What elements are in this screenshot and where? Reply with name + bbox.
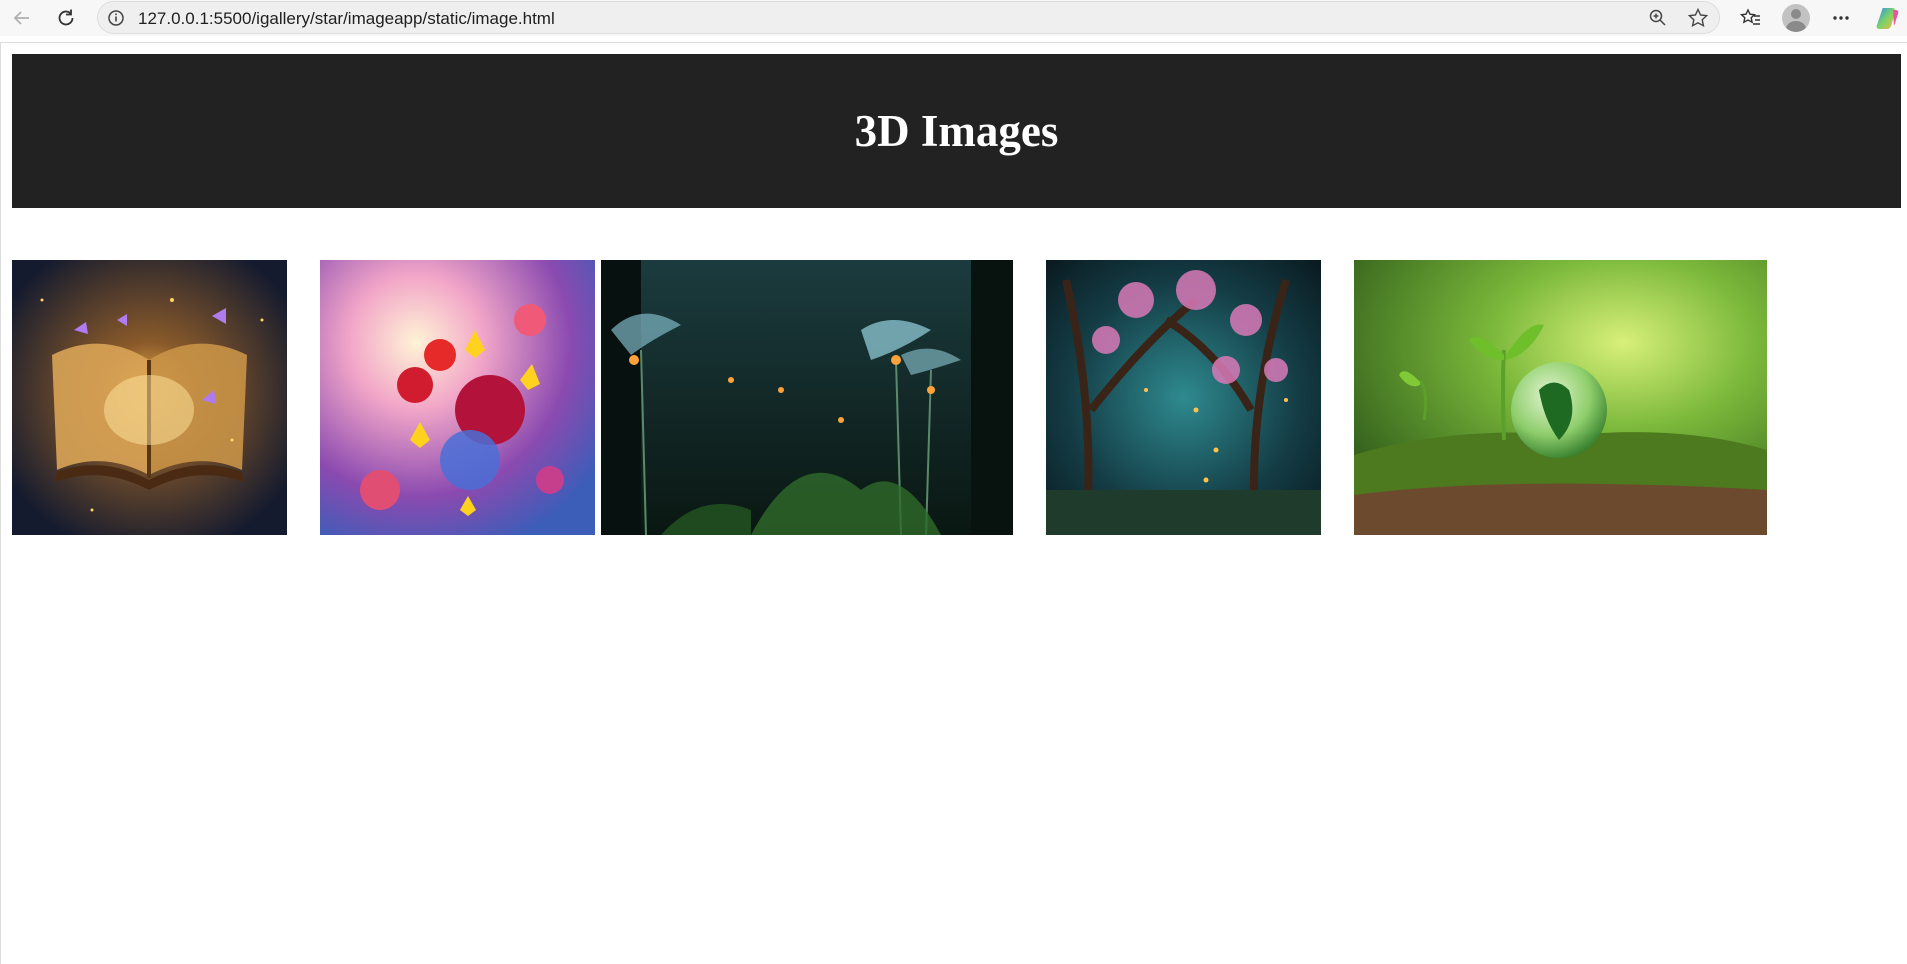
book-butterflies-image[interactable] [12,260,287,535]
blossom-forest-image[interactable] [1046,260,1321,535]
favorites-icon[interactable] [1737,4,1765,32]
profile-icon[interactable] [1782,4,1810,32]
page-title: 3D Images [854,106,1059,156]
earth-sprout-image[interactable] [1354,260,1767,535]
address-bar[interactable]: 127.0.0.1:5500/igallery/star/imageapp/st… [97,1,1720,34]
copilot-icon[interactable] [1874,4,1902,32]
info-icon[interactable] [103,5,129,31]
back-arrow-icon[interactable] [8,4,36,32]
page-header: 3D Images [12,54,1901,208]
star-icon[interactable] [1685,5,1711,31]
url-text[interactable]: 127.0.0.1:5500/igallery/star/imageapp/st… [138,9,555,29]
more-icon[interactable] [1827,4,1855,32]
glowing-mushrooms-image[interactable] [601,260,1013,535]
flower-bouquet-image[interactable] [320,260,595,535]
reload-icon[interactable] [52,4,80,32]
browser-toolbar: 127.0.0.1:5500/igallery/star/imageapp/st… [0,0,1907,36]
zoom-icon[interactable] [1645,5,1671,31]
